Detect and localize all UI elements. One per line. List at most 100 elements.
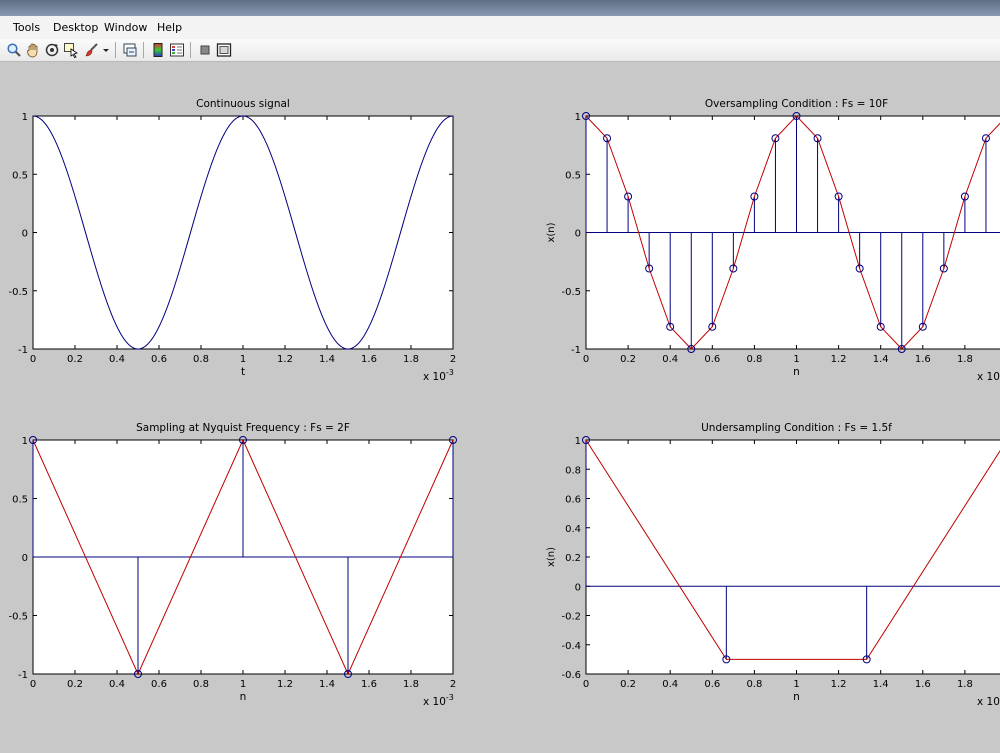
- y-tick-label: 0.4: [565, 524, 581, 535]
- menu-desktop[interactable]: Desktop: [53, 21, 98, 34]
- y-tick-label: -0.2: [561, 612, 581, 623]
- y-tick-label: 1: [22, 112, 28, 123]
- chart-title: Oversampling Condition : Fs = 10F: [705, 98, 888, 110]
- x-exponent-label: x 10-3: [977, 693, 1000, 708]
- x-tick-label: 0.4: [662, 354, 678, 365]
- y-axis-label: x(n): [546, 222, 557, 242]
- x-tick-label: 2: [450, 354, 456, 365]
- axes-box: [586, 440, 1000, 674]
- x-tick-label: 0.4: [662, 679, 678, 690]
- toolbar-separator: [115, 42, 116, 58]
- x-tick-label: 1: [240, 679, 246, 690]
- x-tick-label: 0.8: [193, 679, 209, 690]
- y-tick-label: 1: [575, 436, 581, 447]
- x-tick-label: 1.8: [957, 354, 973, 365]
- x-tick-label: 1.6: [361, 679, 377, 690]
- show-plot-tools-icon[interactable]: [215, 41, 233, 59]
- menu-window[interactable]: Window: [104, 21, 147, 34]
- x-tick-label: 0.6: [704, 354, 720, 365]
- x-tick-label: 2: [450, 679, 456, 690]
- figure-svg: 0 0.2 0.4 0.6 0.8 1 1.2 1.4 1.6 1.8 2 -1 -0.5 0 0.5 1 Co…: [0, 62, 1000, 750]
- y-tick-label: 0: [22, 229, 28, 240]
- x-tick-label: 1.4: [873, 679, 889, 690]
- x-exponent-label: x 10-3: [977, 368, 1000, 383]
- y-tick-label: 0.5: [12, 495, 28, 506]
- x-tick-label: 0: [30, 679, 36, 690]
- x-tick-label: 0: [583, 354, 589, 365]
- x-axis-label: n: [793, 366, 800, 378]
- figure-toolbar: [0, 39, 1000, 62]
- x-tick-label: 0.8: [746, 354, 762, 365]
- y-tick-label: 1: [22, 436, 28, 447]
- x-axis-label: n: [240, 691, 247, 703]
- x-tick-label: 1: [240, 354, 246, 365]
- y-tick-label: 0.2: [565, 553, 581, 564]
- x-tick-label: 0.8: [746, 679, 762, 690]
- y-tick-label: -0.5: [561, 287, 581, 298]
- plot-1: 00.20.40.60.811.21.41.61.82-1-0.500.51Co…: [8, 98, 456, 383]
- plot-3: 00.20.40.60.811.21.41.61.82-1-0.500.51Sa…: [8, 422, 456, 708]
- x-axis-label: t: [241, 366, 245, 378]
- x-tick-label: 1.8: [403, 354, 419, 365]
- x-tick-label: 1: [793, 354, 799, 365]
- x-tick-label: 0.8: [193, 354, 209, 365]
- x-tick-label: 1.2: [831, 679, 847, 690]
- menu-tools[interactable]: Tools: [13, 21, 40, 34]
- colorbar-icon[interactable]: [149, 41, 167, 59]
- x-tick-label: 1.6: [361, 354, 377, 365]
- y-tick-label: 0: [575, 229, 581, 240]
- y-tick-label: 0: [22, 553, 28, 564]
- x-tick-label: 1.6: [915, 354, 931, 365]
- chart-title: Undersampling Condition : Fs = 1.5f: [701, 422, 892, 434]
- x-tick-label: 1.4: [319, 679, 335, 690]
- x-tick-label: 1: [793, 679, 799, 690]
- x-tick-label: 0.2: [620, 354, 636, 365]
- x-tick-label: 0.6: [151, 679, 167, 690]
- y-tick-label: -0.6: [561, 670, 581, 681]
- zoom-in-icon[interactable]: [5, 41, 23, 59]
- y-tick-label: 0.6: [565, 495, 581, 506]
- y-tick-label: -0.5: [8, 612, 28, 623]
- x-exponent-value: -3: [446, 693, 454, 702]
- y-tick-label: -0.4: [561, 641, 581, 652]
- y-tick-label: -1: [18, 670, 28, 681]
- toolbar-separator: [143, 42, 144, 58]
- x-tick-label: 1.4: [319, 354, 335, 365]
- y-tick-label: -1: [18, 345, 28, 356]
- x-tick-label: 0.2: [67, 354, 83, 365]
- x-tick-label: 1.2: [831, 354, 847, 365]
- y-tick-label: -0.5: [8, 287, 28, 298]
- data-cursor-icon[interactable]: [62, 41, 80, 59]
- x-tick-label: 0.6: [151, 354, 167, 365]
- x-tick-label: 1.8: [403, 679, 419, 690]
- menu-help[interactable]: Help: [157, 21, 182, 34]
- plot-4: 00.20.40.60.811.21.41.61.8-0.6-0.4-0.200…: [546, 422, 1000, 708]
- y-tick-label: 0.5: [565, 170, 581, 181]
- plot-2: 0 0.2 0.4 0.6 0.8 1 1.2 1.4 1.6 1.8 -1 -0.5 0 0.5 1 Ove…: [546, 98, 1000, 383]
- x-exponent-label: x 10-3: [423, 693, 454, 708]
- brush-dropdown-icon[interactable]: [101, 41, 110, 59]
- legend-icon[interactable]: [168, 41, 186, 59]
- x-tick-label: 0: [30, 354, 36, 365]
- x-tick-label: 0: [583, 679, 589, 690]
- figure-canvas: 0 0.2 0.4 0.6 0.8 1 1.2 1.4 1.6 1.8 2 -1 -0.5 0 0.5 1 Co…: [0, 62, 1000, 750]
- brush-icon[interactable]: [83, 41, 101, 59]
- y-tick-label: 0.5: [12, 170, 28, 181]
- toolbar-separator: [190, 42, 191, 58]
- hide-plot-tools-icon[interactable]: [196, 41, 214, 59]
- rotate-3d-icon[interactable]: [43, 41, 61, 59]
- x-tick-label: 0.6: [704, 679, 720, 690]
- pan-hand-icon[interactable]: [24, 41, 42, 59]
- link-plot-icon[interactable]: [121, 41, 139, 59]
- y-tick-label: 0: [575, 582, 581, 593]
- x-tick-label: 1.6: [915, 679, 931, 690]
- y-tick-label: 1: [575, 112, 581, 123]
- x-tick-label: 0.4: [109, 679, 125, 690]
- x-tick-label: 1.2: [277, 679, 293, 690]
- x-tick-label: 0.4: [109, 354, 125, 365]
- x-tick-label: 1.4: [873, 354, 889, 365]
- x-tick-label: 0.2: [67, 679, 83, 690]
- y-tick-label: -1: [571, 345, 581, 356]
- x-exponent-value: -3: [446, 368, 454, 377]
- chart-title: Continuous signal: [196, 98, 290, 110]
